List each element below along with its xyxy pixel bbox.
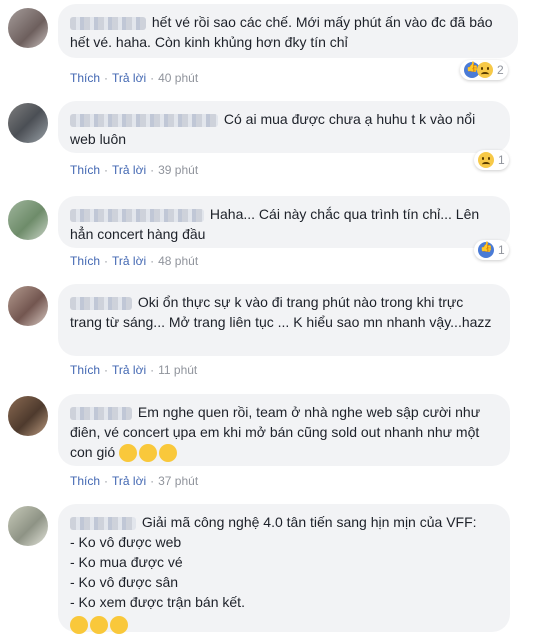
separator-dot: · (150, 474, 155, 488)
timestamp[interactable]: 11 phút (158, 363, 197, 377)
timestamp[interactable]: 37 phút (158, 474, 198, 488)
laughing-crying-emoji (159, 444, 178, 463)
reply-link[interactable]: Trả lời (112, 254, 146, 268)
reaction-summary[interactable]: 2 (460, 60, 508, 80)
separator-dot: · (104, 163, 109, 177)
author-name[interactable] (70, 516, 136, 530)
comment-bubble: Giải mã công nghệ 4.0 tân tiến sang hịn … (58, 504, 510, 635)
reaction-summary[interactable]: 1 (474, 240, 509, 260)
separator-dot: · (104, 363, 109, 377)
timestamp[interactable]: 48 phút (158, 254, 198, 268)
laughing-crying-emoji (139, 444, 158, 463)
comment-actions: Thích · Trả lời · 40 phút (70, 71, 198, 85)
author-name[interactable] (70, 296, 132, 310)
avatar[interactable] (8, 8, 48, 48)
author-name[interactable] (70, 113, 218, 127)
separator-dot: · (104, 71, 109, 85)
comment-actions: Thích · Trả lời · 39 phút (70, 163, 198, 177)
laughing-crying-emoji (119, 444, 138, 463)
like-link[interactable]: Thích (70, 163, 100, 177)
author-name[interactable] (70, 406, 132, 420)
separator-dot: · (104, 474, 109, 488)
emoji-row (70, 614, 498, 635)
comment-actions: Thích · Trả lời · 48 phút (70, 254, 198, 268)
author-name[interactable] (70, 16, 146, 30)
upside-down-face-emoji (90, 616, 108, 635)
sad-icon (477, 62, 493, 78)
like-link[interactable]: Thích (70, 71, 100, 85)
reaction-count: 2 (497, 63, 504, 77)
reaction-count: 1 (498, 153, 505, 167)
avatar[interactable] (8, 396, 48, 436)
separator-dot: · (150, 163, 155, 177)
separator-dot: · (150, 254, 155, 268)
comment-bubble: Oki ổn thực sự k vào đi trang phút nào t… (58, 284, 510, 356)
like-link[interactable]: Thích (70, 254, 100, 268)
timestamp[interactable]: 40 phút (158, 71, 198, 85)
comment-actions: Thích · Trả lời · 37 phút (70, 474, 198, 488)
reply-link[interactable]: Trả lời (112, 363, 146, 377)
reply-link[interactable]: Trả lời (112, 163, 146, 177)
separator-dot: · (150, 71, 155, 85)
comment-actions: Thích · Trả lời · 11 phút (70, 363, 197, 377)
reply-link[interactable]: Trả lời (112, 474, 146, 488)
avatar[interactable] (8, 200, 48, 240)
reply-link[interactable]: Trả lời (112, 71, 146, 85)
separator-dot: · (104, 254, 109, 268)
comment-text: Oki ổn thực sự k vào đi trang phút nào t… (70, 294, 492, 330)
like-link[interactable]: Thích (70, 363, 100, 377)
emoji-row (119, 444, 179, 463)
author-name[interactable] (70, 208, 204, 222)
avatar[interactable] (8, 103, 48, 143)
comment-bubble: Em nghe quen rồi, team ở nhà nghe web sậ… (58, 394, 510, 466)
avatar[interactable] (8, 506, 48, 546)
upside-down-face-emoji (110, 616, 128, 635)
separator-dot: · (150, 363, 155, 377)
reaction-count: 1 (498, 243, 505, 257)
timestamp[interactable]: 39 phút (158, 163, 198, 177)
comment-bubble: hết vé rồi sao các chế. Mới mấy phút ấn … (58, 4, 518, 58)
like-icon (478, 242, 494, 258)
avatar[interactable] (8, 286, 48, 326)
sad-icon (478, 152, 494, 168)
reaction-summary[interactable]: 1 (474, 150, 509, 170)
upside-down-face-emoji (70, 616, 88, 635)
comment-bubble: Haha... Cái này chắc qua trình tín chỉ..… (58, 196, 510, 248)
like-link[interactable]: Thích (70, 474, 100, 488)
comment-bubble: Có ai mua được chưa ạ huhu t k vào nổi w… (58, 101, 510, 153)
